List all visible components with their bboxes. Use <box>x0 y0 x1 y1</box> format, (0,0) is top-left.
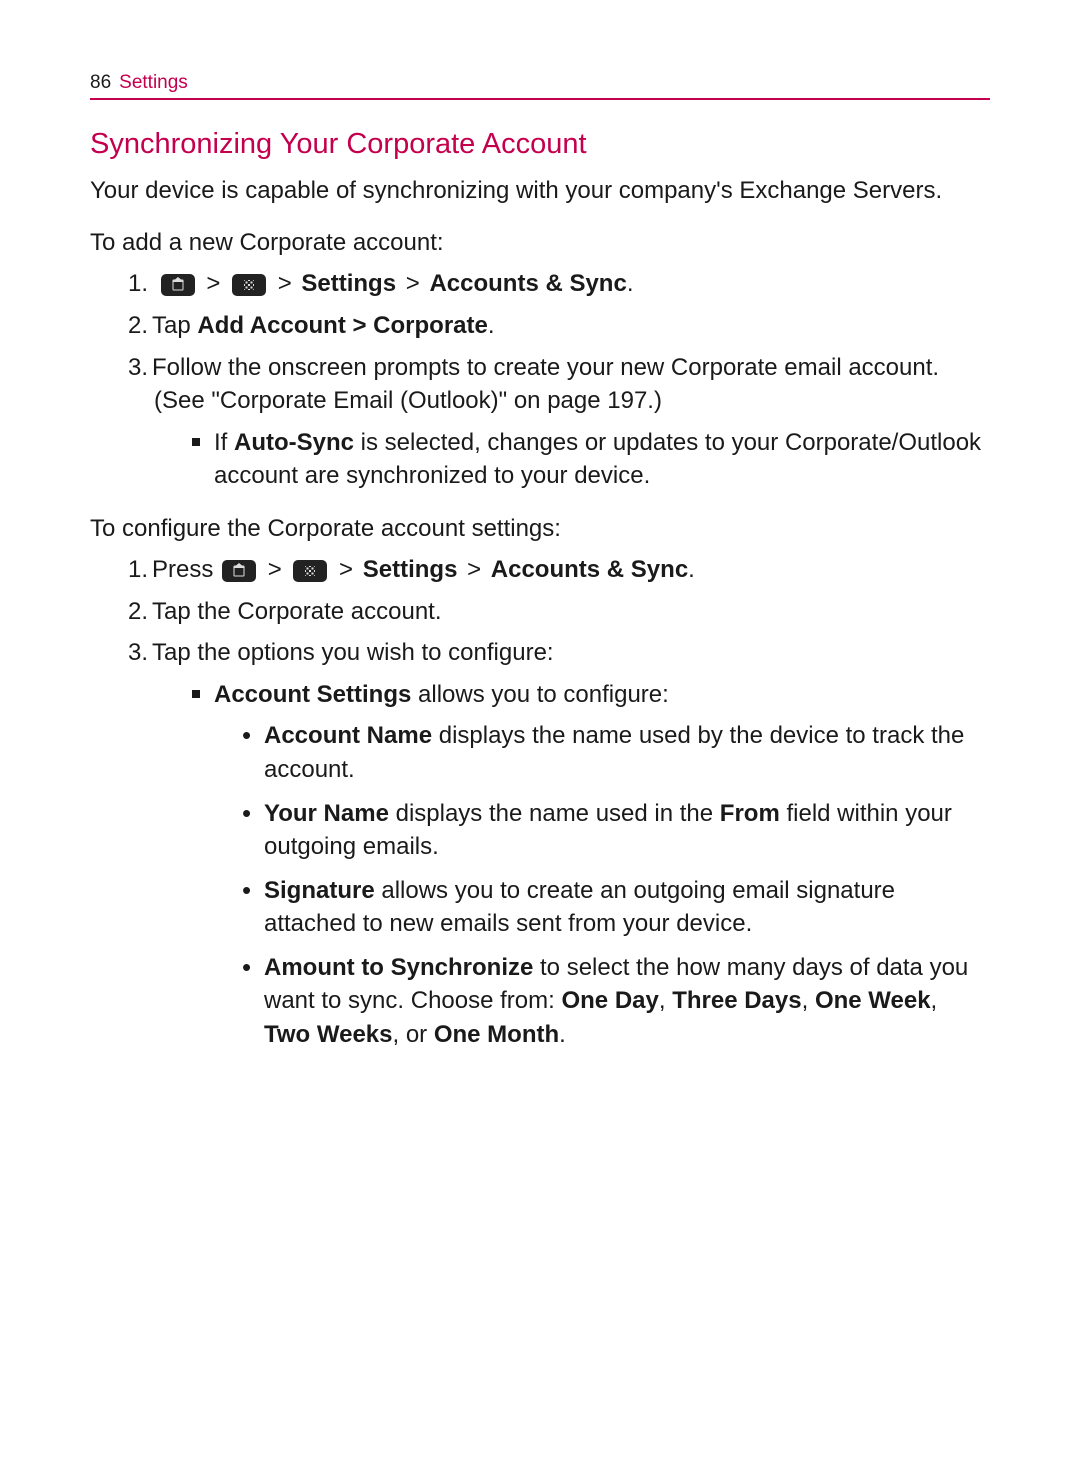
comma: , <box>802 987 815 1014</box>
config-step-3: 3.Tap the options you wish to configure:… <box>148 636 990 1052</box>
apps-key-icon <box>232 274 266 296</box>
step-number: 3. <box>126 636 148 670</box>
home-key-icon <box>222 560 256 582</box>
account-name-label: Account Name <box>264 722 432 749</box>
step-text: Tap the Corporate account. <box>152 598 442 625</box>
account-settings-bullets: Account Name displays the name used by t… <box>242 719 990 1051</box>
settings-label: Settings <box>301 270 396 297</box>
breadcrumb-separator: > <box>278 270 292 297</box>
signature-label: Signature <box>264 877 375 904</box>
comma: , or <box>392 1021 433 1048</box>
step-pre: Press <box>152 556 220 583</box>
one-week-label: One Week <box>815 987 931 1014</box>
config-step-1: 1.Press > > Settings > Accounts & Sync. <box>148 553 990 587</box>
page-title: Synchronizing Your Corporate Account <box>90 128 990 161</box>
step-number: 2. <box>126 309 148 343</box>
step-number: 1. <box>126 267 148 301</box>
breadcrumb-separator: > <box>346 312 373 339</box>
breadcrumb-separator: > <box>339 556 353 583</box>
step-3: 3.Follow the onscreen prompts to create … <box>148 351 990 493</box>
step-text: Follow the onscreen prompts to create yo… <box>152 354 939 415</box>
period: . <box>627 270 634 297</box>
amount-sync-item: Amount to Synchronize to select the how … <box>242 951 990 1052</box>
comma: , <box>659 987 672 1014</box>
breadcrumb-separator: > <box>406 270 420 297</box>
step-3-sublist: If Auto-Sync is selected, changes or upd… <box>192 426 990 493</box>
home-key-icon <box>161 274 195 296</box>
corporate-label: Corporate <box>373 312 488 339</box>
configure-heading: To configure the Corporate account setti… <box>90 515 990 543</box>
accounts-sync-label: Accounts & Sync <box>491 556 688 583</box>
from-label: From <box>720 800 780 827</box>
add-account-steps: 1. > > Settings > Accounts & Sync. 2.Tap… <box>120 267 990 493</box>
account-settings-label: Account Settings <box>214 681 411 708</box>
configure-steps: 1.Press > > Settings > Accounts & Sync. … <box>120 553 990 1052</box>
breadcrumb-separator: > <box>206 270 220 297</box>
config-step-2: 2.Tap the Corporate account. <box>148 595 990 629</box>
header-section: Settings <box>119 72 188 94</box>
config-sublist: Account Settings allows you to configure… <box>192 678 990 1052</box>
intro-text: Your device is capable of synchronizing … <box>90 175 990 207</box>
account-name-item: Account Name displays the name used by t… <box>242 719 990 786</box>
page-header: 86 Settings <box>90 72 990 100</box>
step-number: 1. <box>126 553 148 587</box>
your-name-label: Your Name <box>264 800 389 827</box>
your-name-item: Your Name displays the name used in the … <box>242 797 990 864</box>
amount-sync-label: Amount to Synchronize <box>264 954 533 981</box>
step-pre: Tap <box>152 312 197 339</box>
period: . <box>688 556 695 583</box>
two-weeks-label: Two Weeks <box>264 1021 392 1048</box>
account-settings-item: Account Settings allows you to configure… <box>192 678 990 1052</box>
auto-sync-label: Auto-Sync <box>234 429 354 456</box>
step-number: 2. <box>126 595 148 629</box>
comma: , <box>931 987 938 1014</box>
your-name-mid1: displays the name used in the <box>389 800 720 827</box>
sub-pre: If <box>214 429 234 456</box>
step-1: 1. > > Settings > Accounts & Sync. <box>148 267 990 301</box>
breadcrumb-separator: > <box>268 556 282 583</box>
three-days-label: Three Days <box>672 987 801 1014</box>
apps-key-icon <box>293 560 327 582</box>
signature-item: Signature allows you to create an outgoi… <box>242 874 990 941</box>
account-settings-post: allows you to configure: <box>411 681 668 708</box>
period: . <box>488 312 495 339</box>
breadcrumb-separator: > <box>467 556 481 583</box>
add-account-label: Add Account <box>197 312 345 339</box>
add-account-heading: To add a new Corporate account: <box>90 229 990 257</box>
step-text: Tap the options you wish to configure: <box>152 639 554 666</box>
one-day-label: One Day <box>561 987 658 1014</box>
accounts-sync-label: Accounts & Sync <box>429 270 626 297</box>
settings-label: Settings <box>363 556 458 583</box>
step-number: 3. <box>126 351 148 385</box>
one-month-label: One Month <box>434 1021 559 1048</box>
auto-sync-note: If Auto-Sync is selected, changes or upd… <box>192 426 990 493</box>
period: . <box>559 1021 566 1048</box>
step-2: 2.Tap Add Account > Corporate. <box>148 309 990 343</box>
page-number: 86 <box>90 72 111 94</box>
